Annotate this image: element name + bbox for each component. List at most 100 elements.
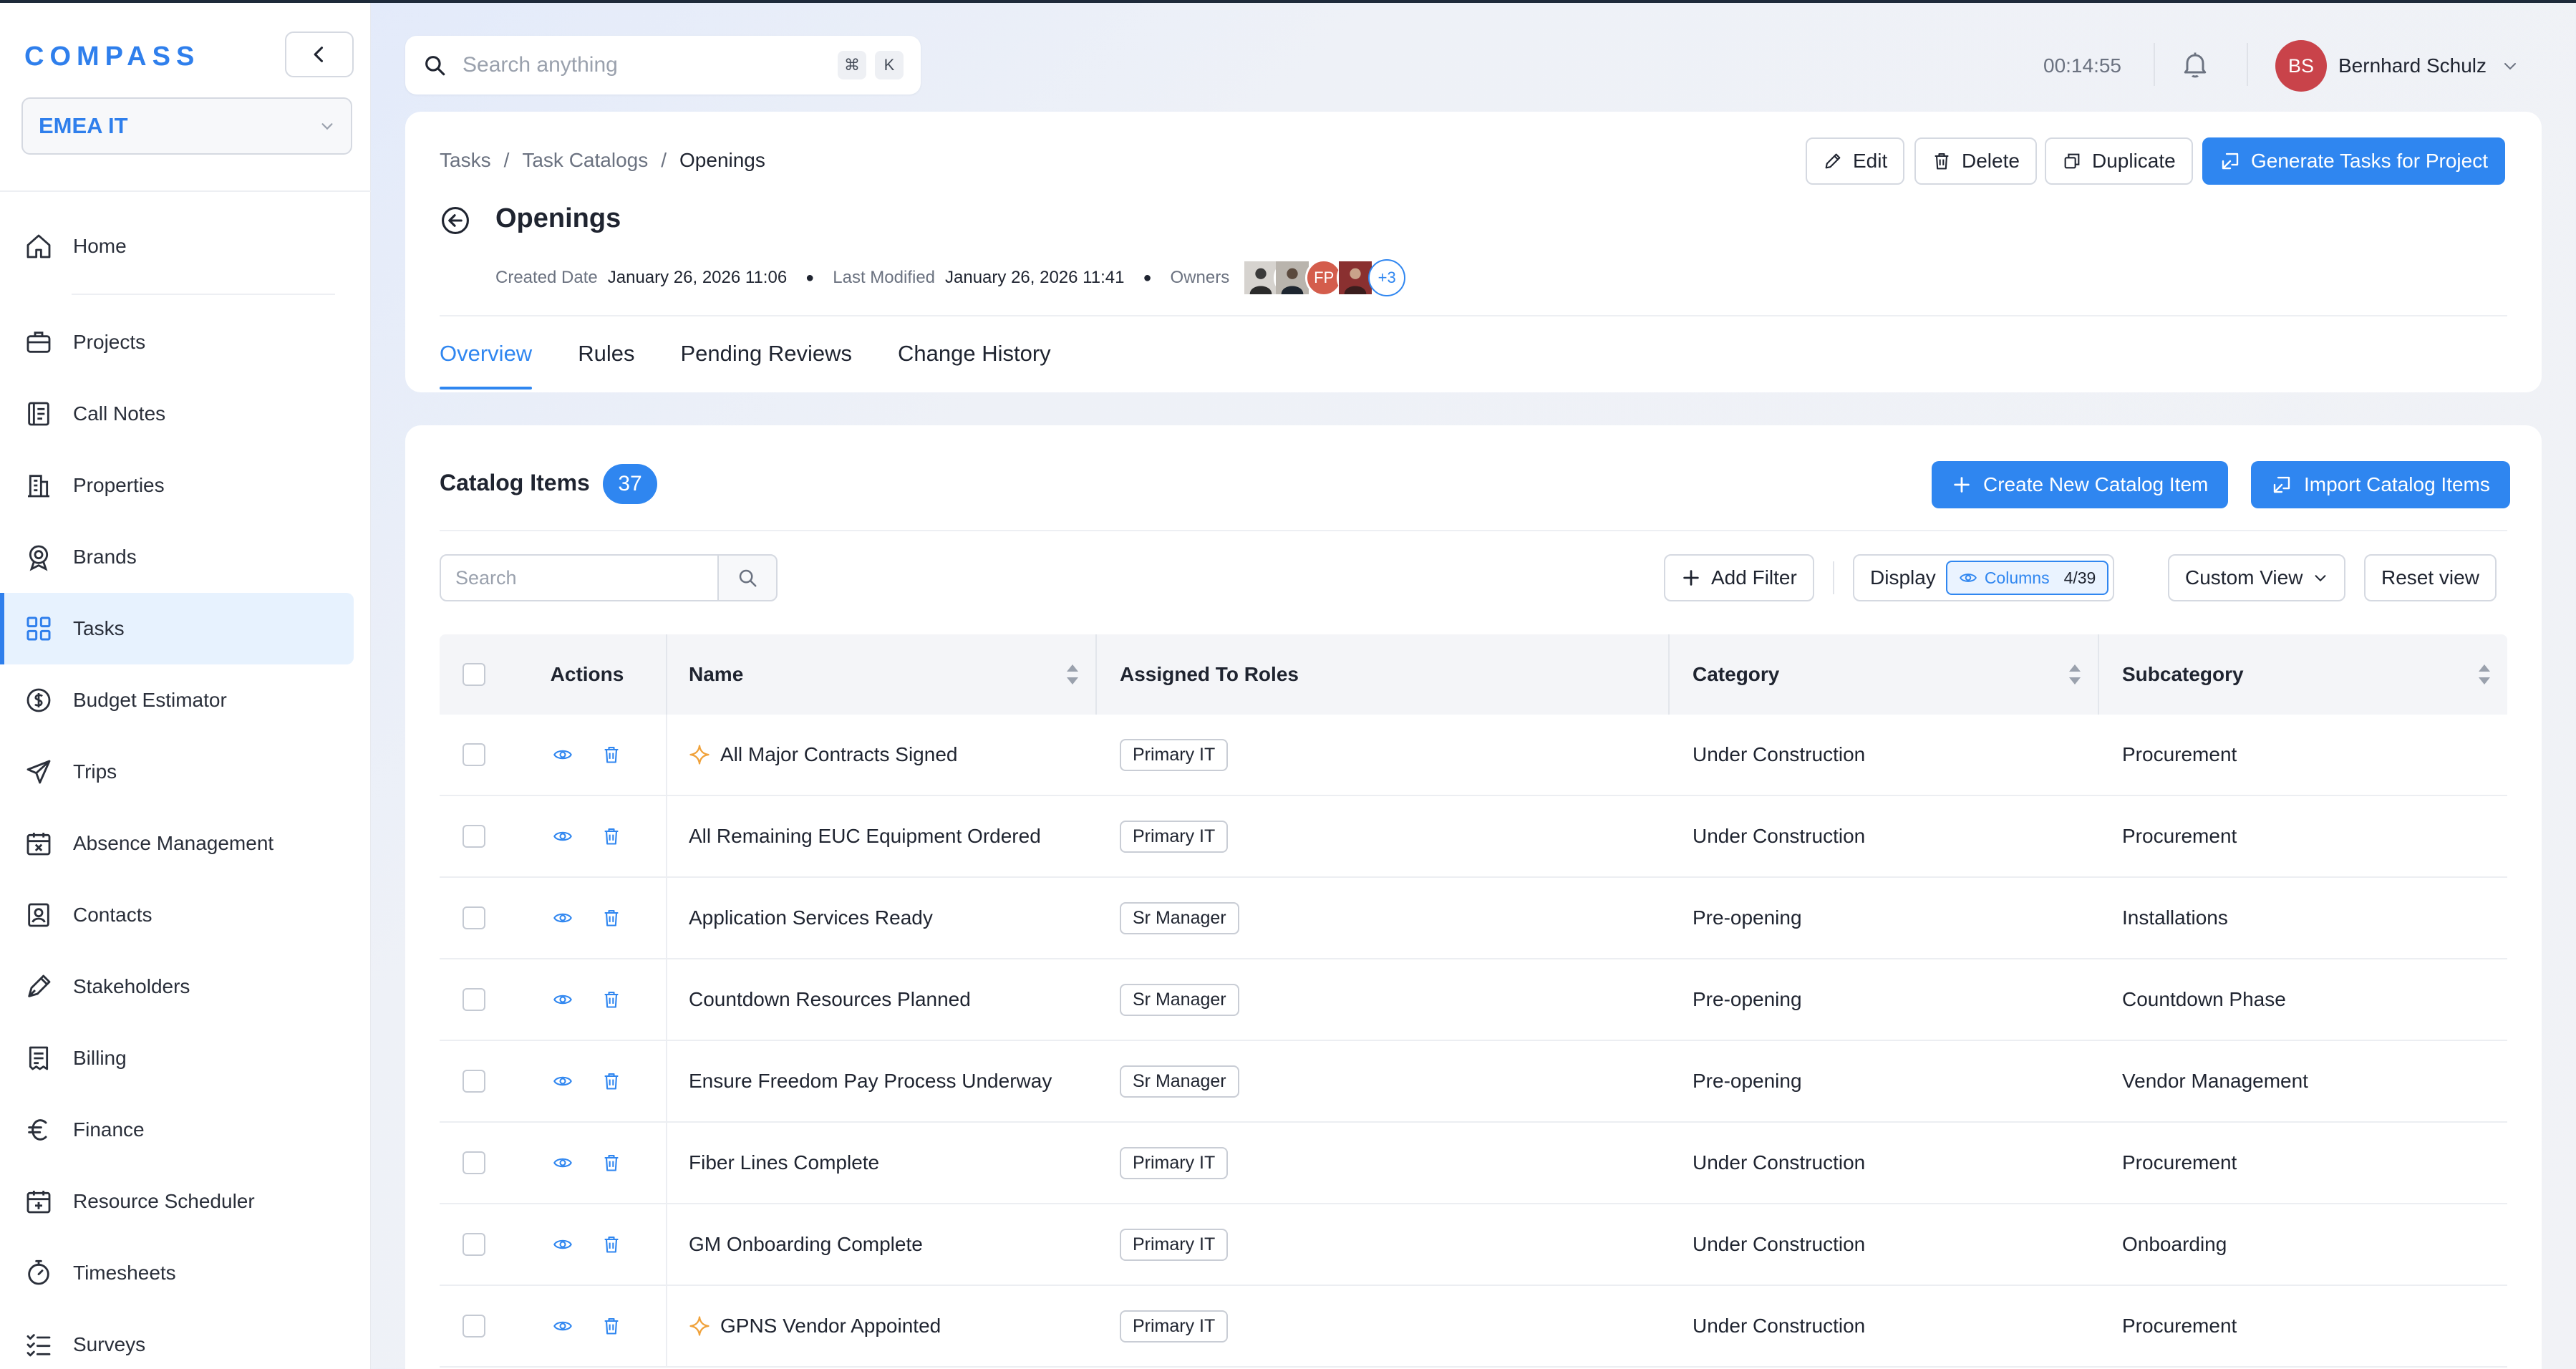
row-checkbox[interactable]: [463, 988, 485, 1011]
table-row[interactable]: All Major Contracts Signed Primary IT Un…: [440, 715, 2507, 796]
sidebar-item-call-notes[interactable]: Call Notes: [0, 378, 371, 450]
tab-change-history[interactable]: Change History: [898, 341, 1051, 385]
sidebar-item-surveys[interactable]: Surveys: [0, 1309, 371, 1369]
global-search[interactable]: Search anything ⌘ K: [405, 36, 921, 95]
sidebar-item-home[interactable]: Home: [0, 211, 371, 295]
sidebar-item-brands[interactable]: Brands: [0, 521, 371, 593]
row-checkbox[interactable]: [463, 1151, 485, 1174]
global-search-input[interactable]: Search anything: [463, 53, 829, 77]
row-checkbox[interactable]: [463, 1070, 485, 1093]
sidebar-item-label: Finance: [73, 1118, 145, 1141]
copy-icon: [2064, 153, 2080, 169]
table-row[interactable]: All Remaining EUC Equipment Ordered Prim…: [440, 796, 2507, 878]
sidebar-item-tasks[interactable]: Tasks: [0, 593, 354, 664]
sort-icon[interactable]: [2068, 663, 2082, 686]
generate-tasks-button[interactable]: Generate Tasks for Project: [2202, 137, 2505, 185]
eye-icon[interactable]: [553, 826, 573, 846]
table-row[interactable]: Application Services Ready Sr Manager Pr…: [440, 878, 2507, 959]
sidebar-item-timesheets[interactable]: Timesheets: [0, 1237, 371, 1309]
row-checkbox[interactable]: [463, 1315, 485, 1337]
sidebar-item-projects[interactable]: Projects: [0, 306, 371, 378]
app-logo[interactable]: COMPASS: [24, 42, 200, 72]
row-name[interactable]: All Major Contracts Signed: [720, 743, 957, 766]
row-name[interactable]: Application Services Ready: [689, 906, 933, 929]
sidebar-collapse-button[interactable]: [285, 32, 354, 77]
trash-icon[interactable]: [601, 1153, 621, 1173]
table-row[interactable]: Countdown Resources Planned Sr Manager P…: [440, 959, 2507, 1041]
eye-icon[interactable]: [553, 1234, 573, 1254]
trash-icon[interactable]: [601, 1316, 621, 1336]
table-row[interactable]: GPNS Vendor Appointed Primary IT Under C…: [440, 1286, 2507, 1368]
sort-icon[interactable]: [2477, 663, 2492, 686]
trash-icon[interactable]: [601, 826, 621, 846]
add-filter-button[interactable]: Add Filter: [1664, 554, 1814, 601]
row-name[interactable]: GPNS Vendor Appointed: [720, 1315, 941, 1337]
breadcrumb-task-catalogs[interactable]: Task Catalogs: [522, 149, 648, 172]
column-header-subcategory[interactable]: Subcategory: [2099, 634, 2507, 715]
display-button[interactable]: Display Columns 4/39: [1853, 554, 2115, 601]
user-avatar[interactable]: BS: [2275, 40, 2327, 92]
back-button[interactable]: [440, 205, 471, 241]
create-catalog-item-button[interactable]: Create New Catalog Item: [1932, 461, 2229, 508]
sidebar-item-trips[interactable]: Trips: [0, 736, 371, 808]
tab-pending-reviews[interactable]: Pending Reviews: [680, 341, 852, 385]
eye-icon[interactable]: [553, 745, 573, 765]
trash-icon[interactable]: [601, 1234, 621, 1254]
row-name[interactable]: Fiber Lines Complete: [689, 1151, 879, 1174]
column-header-name[interactable]: Name: [667, 634, 1097, 715]
sidebar-item-absence-management[interactable]: Absence Management: [0, 808, 371, 879]
row-checkbox[interactable]: [463, 825, 485, 848]
table-search-input[interactable]: Search: [440, 554, 719, 601]
owners-more-badge[interactable]: +3: [1368, 259, 1406, 296]
sidebar-item-properties[interactable]: Properties: [0, 450, 371, 521]
sort-icon[interactable]: [1065, 663, 1080, 686]
row-checkbox[interactable]: [463, 906, 485, 929]
table-row[interactable]: GM Onboarding Complete Primary IT Under …: [440, 1204, 2507, 1286]
tab-rules[interactable]: Rules: [578, 341, 634, 385]
sidebar-item-stakeholders[interactable]: Stakeholders: [0, 951, 371, 1022]
delete-button[interactable]: Delete: [1914, 137, 2037, 185]
eye-icon[interactable]: [553, 990, 573, 1010]
org-select[interactable]: EMEA IT: [21, 97, 352, 155]
row-checkbox[interactable]: [463, 743, 485, 766]
table-row[interactable]: Fiber Lines Complete Primary IT Under Co…: [440, 1123, 2507, 1204]
column-header-category[interactable]: Category: [1670, 634, 2099, 715]
table-row[interactable]: Ensure Freedom Pay Process Underway Sr M…: [440, 1041, 2507, 1123]
row-name[interactable]: Countdown Resources Planned: [689, 988, 971, 1011]
row-name[interactable]: Ensure Freedom Pay Process Underway: [689, 1070, 1052, 1093]
sidebar-item-billing[interactable]: Billing: [0, 1022, 371, 1094]
row-category: Under Construction: [1693, 1233, 1866, 1255]
custom-view-select[interactable]: Custom View: [2168, 554, 2346, 601]
eye-icon[interactable]: [553, 1153, 573, 1173]
import-catalog-items-button[interactable]: Import Catalog Items: [2251, 461, 2510, 508]
eye-icon[interactable]: [553, 1316, 573, 1336]
table-search-button[interactable]: [717, 554, 778, 601]
eye-icon[interactable]: [553, 1071, 573, 1091]
notifications-button[interactable]: [2179, 49, 2211, 85]
breadcrumb-tasks[interactable]: Tasks: [440, 149, 491, 172]
search-icon: [739, 569, 757, 587]
sidebar-item-budget-estimator[interactable]: Budget Estimator: [0, 664, 371, 736]
edit-button[interactable]: Edit: [1806, 137, 1905, 185]
eye-icon[interactable]: [553, 908, 573, 928]
columns-chip[interactable]: Columns 4/39: [1945, 561, 2109, 595]
row-actions: [508, 1204, 667, 1285]
duplicate-button[interactable]: Duplicate: [2045, 137, 2193, 185]
user-name[interactable]: Bernhard Schulz: [2338, 54, 2487, 77]
trash-icon[interactable]: [601, 990, 621, 1010]
sidebar-item-resource-scheduler[interactable]: Resource Scheduler: [0, 1166, 371, 1237]
owners-list[interactable]: FP +3: [1242, 259, 1406, 296]
row-name[interactable]: GM Onboarding Complete: [689, 1233, 923, 1256]
chevron-down-icon[interactable]: [2502, 57, 2519, 74]
sidebar-item-contacts[interactable]: Contacts: [0, 879, 371, 951]
trash-icon[interactable]: [601, 908, 621, 928]
row-checkbox[interactable]: [463, 1233, 485, 1256]
trash-icon[interactable]: [601, 1071, 621, 1091]
sidebar-item-finance[interactable]: Finance: [0, 1094, 371, 1166]
row-roles-cell: Sr Manager: [1097, 878, 1670, 958]
row-name[interactable]: All Remaining EUC Equipment Ordered: [689, 825, 1041, 848]
reset-view-button[interactable]: Reset view: [2364, 554, 2497, 601]
select-all-checkbox[interactable]: [463, 663, 485, 686]
tab-overview[interactable]: Overview: [440, 341, 533, 390]
trash-icon[interactable]: [601, 745, 621, 765]
